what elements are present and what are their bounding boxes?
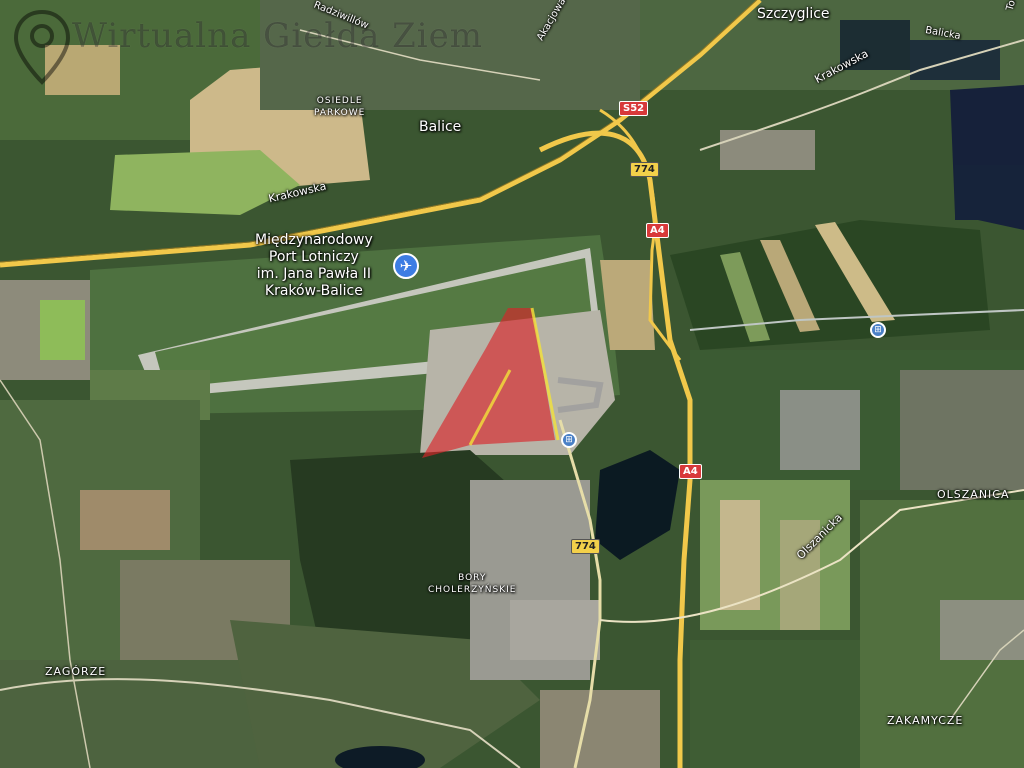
train-station-icon-east[interactable]: ⊞ — [870, 322, 886, 338]
road-shield-774-top: 774 — [630, 162, 659, 177]
place-label-zagorze: ZAGÓRZE — [45, 665, 107, 678]
place-label-zakamycze: ZAKAMYCZE — [887, 714, 964, 727]
place-label-bory-cholerzynskie: BORY CHOLERZYŃSKIE — [428, 572, 516, 596]
place-label-szczyglice: Szczyglice — [757, 6, 830, 22]
place-label-olszanica: OLSZANICA — [937, 488, 1010, 501]
train-station-icon-airport[interactable]: ⊞ — [561, 432, 577, 448]
place-label-balice: Balice — [419, 119, 462, 135]
map-view[interactable]: Wirtualna Giełda Ziem Szczyglice Balice … — [0, 0, 1024, 768]
place-label-osiedle-line1: OSIEDLE — [316, 96, 363, 106]
airport-name-line3: im. Jana Pawła II — [256, 266, 371, 282]
place-label-osiedle-line2: PARKOWE — [314, 108, 366, 118]
place-label-bory-line1: BORY — [458, 573, 487, 583]
road-shield-a4-top: A4 — [646, 223, 669, 238]
airport-label[interactable]: Międzynarodowy Port Lotniczy im. Jana Pa… — [255, 232, 373, 300]
airport-name-line4: Kraków-Balice — [264, 283, 363, 299]
parcel-outline-gray — [557, 377, 604, 413]
road-shield-s52: S52 — [619, 101, 649, 116]
road-shield-774-bottom: 774 — [571, 539, 600, 554]
airport-name-line1: Międzynarodowy — [255, 232, 373, 248]
parcel-overlay[interactable] — [0, 0, 1024, 768]
airport-name-line2: Port Lotniczy — [268, 249, 359, 265]
watermark-pin-icon — [13, 9, 71, 85]
place-label-osiedle-parkowe: OSIEDLE PARKOWE — [314, 95, 365, 119]
road-shield-a4-bottom: A4 — [679, 464, 702, 479]
place-label-bory-line2: CHOLERZYŃSKIE — [428, 585, 517, 595]
watermark-text: Wirtualna Giełda Ziem — [72, 16, 484, 56]
airplane-icon[interactable]: ✈ — [393, 253, 419, 279]
